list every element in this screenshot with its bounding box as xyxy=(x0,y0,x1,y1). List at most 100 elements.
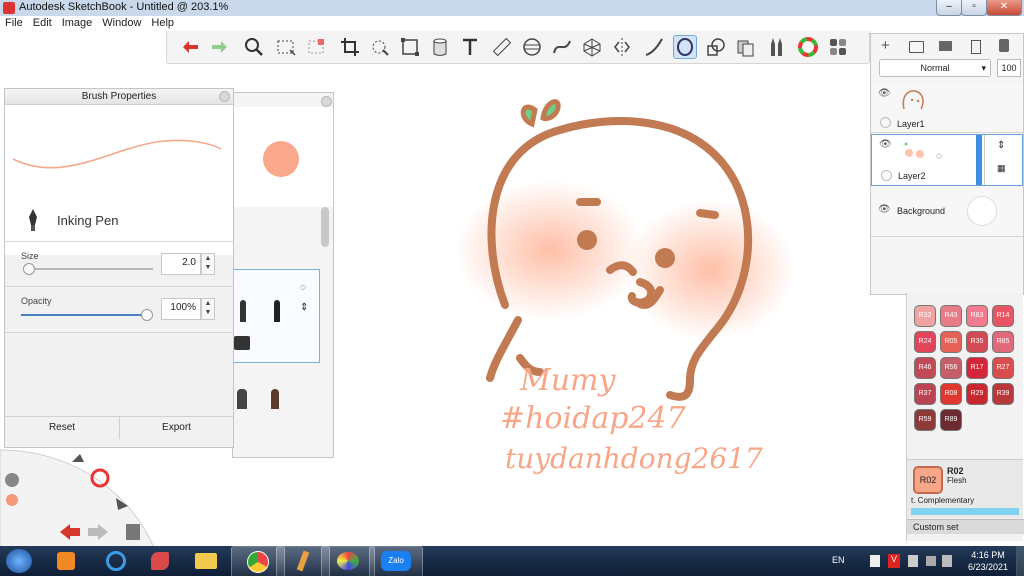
transform-icon[interactable] xyxy=(399,36,421,58)
opacity-field[interactable]: 100% xyxy=(161,298,201,320)
brush-marker-icon[interactable] xyxy=(271,389,279,409)
clock-date[interactable]: 6/23/2021 xyxy=(962,562,1014,572)
size-slider-knob[interactable] xyxy=(23,263,35,275)
swatch-r56[interactable]: R56 xyxy=(940,357,962,379)
layer-row-background[interactable]: 👁 Background xyxy=(871,188,1023,237)
zoom-icon[interactable] xyxy=(243,36,265,58)
current-color-swatch[interactable] xyxy=(263,141,299,177)
layer-opacity-field[interactable]: 100 xyxy=(997,59,1021,77)
add-group-icon[interactable] xyxy=(909,41,924,53)
export-button[interactable]: Export xyxy=(120,417,233,439)
tray-antivirus-icon[interactable]: V xyxy=(888,554,900,568)
swatch-r14[interactable]: R14 xyxy=(992,305,1014,327)
opacity-slider-knob[interactable] xyxy=(141,309,153,321)
swatch-r24[interactable]: R24 xyxy=(914,331,936,353)
swatch-r37[interactable]: R37 xyxy=(914,383,936,405)
delete-layer-icon[interactable] xyxy=(999,39,1009,52)
layer-settings-icon[interactable]: ◌ xyxy=(936,151,942,162)
eye-icon[interactable]: 👁 xyxy=(879,139,892,150)
ruler-icon[interactable] xyxy=(491,36,513,58)
tray-signal-icon[interactable] xyxy=(926,556,936,566)
swatch-r35[interactable]: R35 xyxy=(966,331,988,353)
copy-paste-icon[interactable] xyxy=(735,36,757,58)
tray-flag-icon[interactable] xyxy=(870,555,880,567)
layer-side-controls: ⇕ ▦ xyxy=(984,135,1023,185)
custom-set-label[interactable]: Custom set xyxy=(907,519,1024,534)
brush-pen-icon[interactable] xyxy=(274,300,280,322)
brush-set-selected[interactable]: ◌ ⇕ xyxy=(233,269,320,363)
eye-icon[interactable]: 👁 xyxy=(878,204,891,215)
complementary-color-bar[interactable] xyxy=(911,508,1019,515)
swatch-r89[interactable]: R89 xyxy=(940,409,962,431)
brush-properties-close-button[interactable] xyxy=(219,91,230,102)
media-player-icon[interactable] xyxy=(40,546,92,576)
paint-tool-icon[interactable] xyxy=(134,546,186,576)
brush-settings-icon[interactable]: ◌ xyxy=(300,282,306,293)
size-stepper[interactable]: ▲ ▼ xyxy=(201,253,215,275)
swatch-r46[interactable]: R46 xyxy=(914,357,936,379)
paint-icon[interactable] xyxy=(321,546,375,578)
blend-mode-select[interactable]: Normal ▾ xyxy=(879,59,991,77)
clear-layer-icon[interactable] xyxy=(971,40,981,54)
layer-row-layer1[interactable]: 👁 Layer1 xyxy=(871,84,1023,133)
tray-network-icon[interactable] xyxy=(908,555,918,567)
layer-move-icon[interactable]: ⇕ xyxy=(997,140,1005,151)
swatch-r83[interactable]: R83 xyxy=(966,305,988,327)
swatch-r85[interactable]: R85 xyxy=(992,331,1014,353)
zalo-icon[interactable]: Zalo xyxy=(369,546,423,578)
swatch-r08[interactable]: R08 xyxy=(940,383,962,405)
eye-icon[interactable]: 👁 xyxy=(878,88,891,99)
brush-chisel-icon[interactable] xyxy=(237,389,247,409)
brush-library-close-button[interactable] xyxy=(321,96,332,107)
select-rect-icon[interactable] xyxy=(275,36,297,58)
perspective-icon[interactable] xyxy=(581,36,603,58)
text-icon[interactable] xyxy=(459,36,481,58)
magic-wand-icon[interactable] xyxy=(369,36,391,58)
symmetry-icon[interactable] xyxy=(611,36,633,58)
stroke-icon[interactable] xyxy=(643,36,665,58)
layer-lock-alpha-icon[interactable]: ▦ xyxy=(997,163,1006,174)
show-desktop-button[interactable] xyxy=(1016,546,1024,576)
file-explorer-icon[interactable] xyxy=(180,546,232,576)
french-curve-icon[interactable] xyxy=(551,36,573,58)
select-lasso-icon[interactable] xyxy=(305,36,327,58)
swatch-r29[interactable]: R29 xyxy=(966,383,988,405)
brush-eraser-icon[interactable] xyxy=(234,336,250,350)
layer-lock-icon[interactable] xyxy=(881,170,892,181)
layer-row-layer2[interactable]: 👁 ◌ Layer2 ⇕ ▦ xyxy=(871,134,1023,186)
brush-library-scrollbar[interactable] xyxy=(321,207,329,247)
clock-time[interactable]: 4:16 PM xyxy=(966,550,1010,560)
add-layer-icon[interactable]: + xyxy=(881,37,890,54)
size-field[interactable]: 2.0 xyxy=(161,253,201,275)
predictive-stroke-icon[interactable] xyxy=(673,35,697,59)
ellipse-guide-icon[interactable] xyxy=(521,36,543,58)
undo-icon[interactable] xyxy=(179,36,201,58)
brush-move-icon[interactable]: ⇕ xyxy=(300,302,308,313)
redo-icon[interactable] xyxy=(209,36,231,58)
color-wheel-icon[interactable] xyxy=(797,36,819,58)
language-indicator[interactable]: EN xyxy=(832,555,845,565)
selected-swatch[interactable]: R02 xyxy=(913,466,943,494)
layer-lock-icon[interactable] xyxy=(880,117,891,128)
swatch-r43[interactable]: R43 xyxy=(940,305,962,327)
background-color-swatch[interactable] xyxy=(967,196,997,226)
swatches-icon[interactable] xyxy=(827,36,849,58)
crop-icon[interactable] xyxy=(339,36,361,58)
brushes-icon[interactable] xyxy=(765,36,787,58)
brush-pencil-icon[interactable] xyxy=(240,300,246,322)
reset-button[interactable]: Reset xyxy=(5,417,120,439)
windows-start-icon[interactable] xyxy=(6,549,32,573)
fill-bucket-icon[interactable] xyxy=(429,36,451,58)
swatch-r05[interactable]: R05 xyxy=(940,331,962,353)
swatch-r17[interactable]: R17 xyxy=(966,357,988,379)
swatch-r27[interactable]: R27 xyxy=(992,357,1014,379)
swatch-r39[interactable]: R39 xyxy=(992,383,1014,405)
size-slider[interactable] xyxy=(25,268,153,270)
swatch-r59[interactable]: R59 xyxy=(914,409,936,431)
add-image-icon[interactable] xyxy=(939,41,952,51)
opacity-slider[interactable] xyxy=(21,314,145,316)
shapes-icon[interactable] xyxy=(705,36,727,58)
swatch-r32[interactable]: R32 xyxy=(914,305,936,327)
opacity-stepper[interactable]: ▲ ▼ xyxy=(201,298,215,320)
tray-volume-icon[interactable] xyxy=(942,555,952,567)
